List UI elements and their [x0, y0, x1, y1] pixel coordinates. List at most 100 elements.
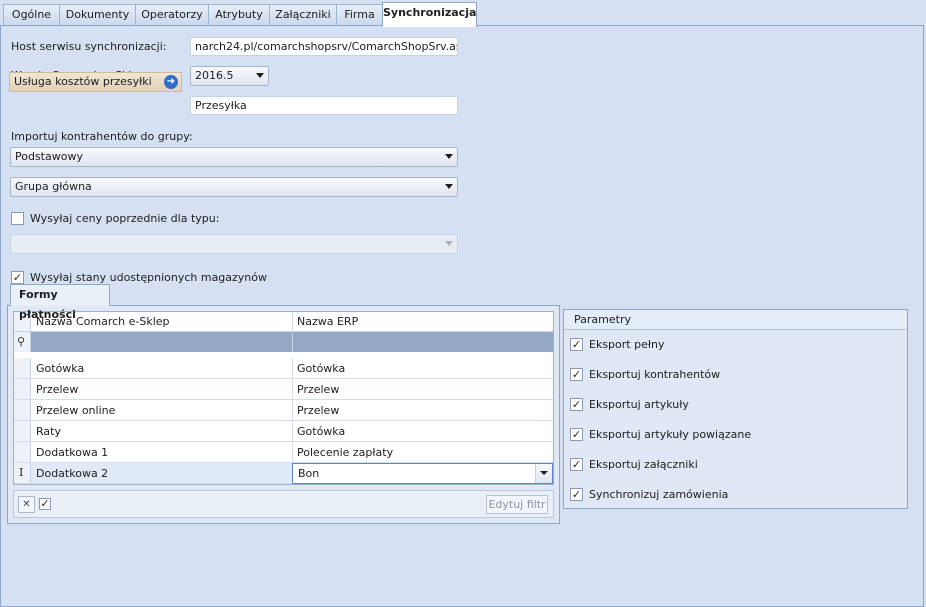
check-icon: ✓ — [571, 428, 582, 441]
filter-row[interactable]: ⚲ — [14, 332, 553, 352]
cell-erp: Przelew — [297, 404, 340, 417]
tab-dokumenty[interactable]: Dokumenty — [59, 4, 136, 26]
grid-footer: ✕ ✓ Edytuj filtr — [13, 490, 554, 518]
version-select[interactable]: 2016.5 — [190, 66, 269, 86]
cell-shop: Dodatkowa 2 — [36, 467, 109, 480]
export-attachments-label: Eksportuj załączniki — [589, 458, 698, 471]
host-label: Host serwisu synchronizacji: — [11, 40, 167, 53]
edit-filter-button[interactable]: Edytuj filtr — [486, 495, 548, 514]
check-icon: ✓ — [571, 398, 582, 411]
cell-dropdown-button[interactable] — [535, 464, 552, 483]
chevron-down-icon — [540, 471, 548, 475]
export-articles-label: Eksportuj artykuły — [589, 398, 689, 411]
cell-erp: Polecenie zapłaty — [297, 446, 394, 459]
shipping-service-label: Usługa kosztów przesyłki — [14, 75, 152, 88]
tab-bar: Ogólne Dokumenty Operatorzy Atrybuty Zał… — [0, 0, 926, 27]
tab-zalaczniki[interactable]: Załączniki — [269, 4, 337, 26]
column-header-erp[interactable]: Nazwa ERP — [297, 315, 358, 328]
row-header: I — [14, 463, 31, 483]
row-header — [14, 421, 31, 441]
check-icon: ✓ — [571, 368, 582, 381]
tab-operatorzy[interactable]: Operatorzy — [135, 4, 209, 26]
table-row-selected[interactable]: I Dodatkowa 2 Bon — [14, 463, 553, 484]
group-select-2[interactable]: Grupa główna — [10, 177, 458, 197]
warehouses-label: Wysyłaj stany udostępnionych magazynów — [30, 271, 268, 284]
grid-header: Nazwa Comarch e-Sklep Nazwa ERP — [14, 312, 553, 332]
column-divider — [292, 379, 293, 400]
shipping-service-button[interactable]: Usługa kosztów przesyłki ➜ — [9, 72, 182, 92]
payment-grid: Nazwa Comarch e-Sklep Nazwa ERP ⚲ Gotówk… — [13, 311, 554, 485]
chevron-down-icon — [256, 73, 264, 78]
filter-active-checkbox[interactable]: ✓ — [39, 498, 51, 510]
table-row[interactable]: Przelew Przelew — [14, 379, 553, 400]
tab-atrybuty[interactable]: Atrybuty — [208, 4, 270, 26]
export-full-checkbox[interactable]: ✓ — [570, 338, 583, 351]
check-icon: ✓ — [571, 458, 582, 471]
cell-shop: Przelew online — [36, 404, 116, 417]
group-select-2-value: Grupa główna — [15, 180, 92, 193]
column-divider — [292, 442, 293, 463]
host-input[interactable]: narch24.pl/comarchshopsrv/ComarchShopSrv… — [190, 37, 458, 56]
table-row[interactable]: Dodatkowa 1 Polecenie zapłaty — [14, 442, 553, 463]
edit-cursor-icon: I — [19, 466, 24, 479]
check-icon: ✓ — [571, 338, 582, 351]
table-row[interactable]: Raty Gotówka — [14, 421, 553, 442]
row-header — [14, 442, 31, 462]
table-row[interactable]: Gotówka Gotówka — [14, 358, 553, 379]
group-select-1-value: Podstawowy — [15, 150, 83, 163]
clear-filter-button[interactable]: ✕ — [18, 496, 35, 513]
filter-row-header: ⚲ — [14, 332, 31, 352]
export-related-articles-label: Eksportuj artykuły powiązane — [589, 428, 752, 441]
group-select-1[interactable]: Podstawowy — [10, 147, 458, 167]
export-contractors-label: Eksportuj kontrahentów — [589, 368, 721, 381]
tab-ogolne[interactable]: Ogólne — [3, 4, 60, 26]
export-full-label: Eksport pełny — [589, 338, 665, 351]
row-header — [14, 379, 31, 399]
chevron-down-icon — [445, 241, 453, 246]
price-type-select[interactable] — [10, 234, 458, 254]
check-icon: ✓ — [40, 497, 50, 510]
cell-shop: Dodatkowa 1 — [36, 446, 109, 459]
cell-erp: Gotówka — [297, 425, 346, 438]
cell-erp: Bon — [298, 467, 320, 480]
warehouses-checkbox[interactable]: ✓ — [11, 271, 24, 284]
column-divider — [292, 312, 293, 332]
sync-orders-checkbox[interactable]: ✓ — [570, 488, 583, 501]
check-icon: ✓ — [571, 488, 582, 501]
filter-pin-icon: ⚲ — [17, 335, 26, 348]
parameters-title: Parametry — [564, 310, 907, 330]
cell-erp: Przelew — [297, 383, 340, 396]
sync-orders-label: Synchronizuj zamówienia — [589, 488, 729, 501]
tab-payment-methods[interactable]: Formy płatności — [10, 284, 110, 321]
export-articles-checkbox[interactable]: ✓ — [570, 398, 583, 411]
erp-cell-select[interactable]: Bon — [292, 463, 553, 484]
close-icon: ✕ — [22, 499, 31, 510]
import-group-label: Importuj kontrahentów do grupy: — [11, 130, 193, 143]
shipping-service-input[interactable]: Przesyłka — [190, 96, 458, 115]
arrow-right-icon: ➜ — [164, 75, 178, 89]
payment-methods-group: Nazwa Comarch e-Sklep Nazwa ERP ⚲ Gotówk… — [7, 305, 560, 524]
export-contractors-checkbox[interactable]: ✓ — [570, 368, 583, 381]
cell-erp: Gotówka — [297, 362, 346, 375]
chevron-down-icon — [445, 184, 453, 189]
prev-prices-label: Wysyłaj ceny poprzednie dla typu: — [30, 212, 220, 225]
export-related-articles-checkbox[interactable]: ✓ — [570, 428, 583, 441]
chevron-down-icon — [445, 154, 453, 159]
cell-shop: Przelew — [36, 383, 79, 396]
version-value: 2016.5 — [195, 69, 234, 82]
parameters-group: Parametry ✓ Eksport pełny ✓ Eksportuj ko… — [563, 309, 908, 509]
row-header — [14, 400, 31, 420]
prev-prices-checkbox[interactable] — [11, 212, 24, 225]
table-row[interactable]: Przelew online Przelew — [14, 400, 553, 421]
cell-shop: Gotówka — [36, 362, 85, 375]
tab-synchronizacja[interactable]: Synchronizacja — [382, 2, 477, 27]
column-divider — [292, 421, 293, 442]
cell-shop: Raty — [36, 425, 61, 438]
column-divider — [292, 332, 293, 352]
row-header — [14, 358, 31, 378]
tab-firma[interactable]: Firma — [336, 4, 383, 26]
column-divider — [292, 400, 293, 421]
column-divider — [292, 358, 293, 379]
check-icon: ✓ — [12, 271, 23, 284]
export-attachments-checkbox[interactable]: ✓ — [570, 458, 583, 471]
